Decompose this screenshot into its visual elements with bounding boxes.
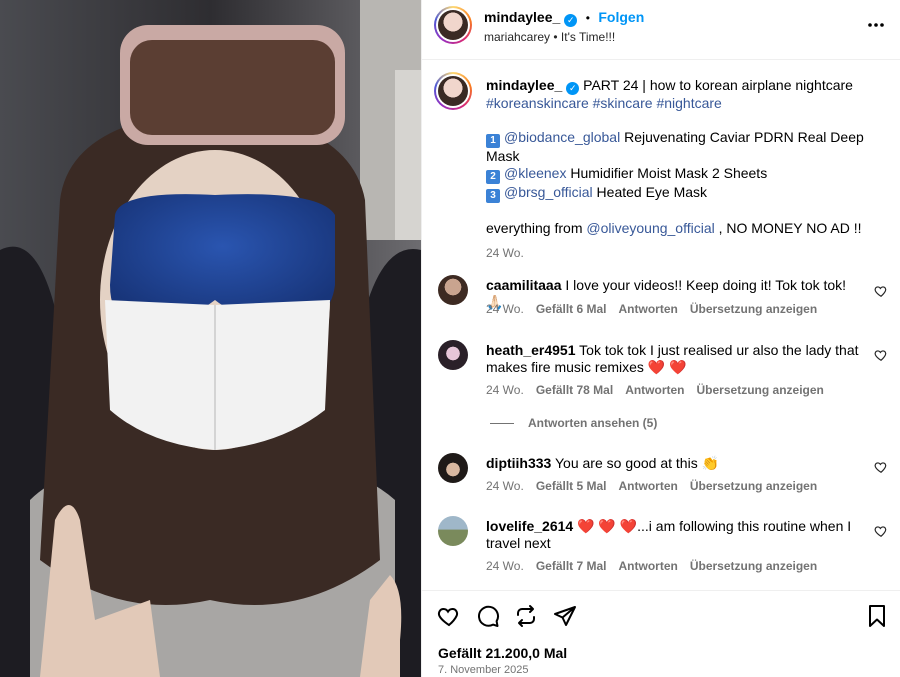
caption-item: 3 @brsg_official Heated Eye Mask [486, 184, 886, 203]
post-side-panel: mindaylee_ ✓ • Folgen mariahcarey • It's … [421, 0, 900, 677]
comment-likes[interactable]: Gefällt 7 Mal [536, 559, 607, 573]
caption-item: 2 @kleenex Humidifier Moist Mask 2 Sheets [486, 165, 886, 184]
view-replies-label: Antworten ansehen (5) [528, 416, 658, 430]
translate-button[interactable]: Übersetzung anzeigen [690, 559, 817, 573]
audio-info[interactable]: mariahcarey • It's Time!!! [484, 30, 615, 44]
comment-username[interactable]: heath_er4951 [486, 342, 576, 358]
reply-button[interactable]: Antworten [619, 479, 678, 493]
caption-timestamp: 24 Wo. [486, 246, 524, 260]
comment-time: 24 Wo. [486, 479, 524, 493]
comment-heart-icon[interactable] [874, 284, 888, 298]
post-media[interactable] [0, 0, 421, 677]
post-header: mindaylee_ ✓ • Folgen mariahcarey • It's … [422, 0, 900, 60]
comment-username[interactable]: diptiih333 [486, 455, 551, 471]
comment-heart-icon[interactable] [874, 348, 888, 362]
follow-separator: • [585, 11, 590, 25]
caption-item: 1 @biodance_global Rejuvenating Caviar PD… [486, 129, 866, 165]
post-actions: Gefällt 21.200,0 Mal 7. November 2025 [422, 590, 900, 677]
translate-button[interactable]: Übersetzung anzeigen [690, 479, 817, 493]
comment-username[interactable]: lovelife_2614 [486, 518, 573, 534]
commenter-avatar[interactable] [438, 453, 468, 483]
comment-time: 24 Wo. [486, 302, 524, 316]
hashtags: #koreanskincare #skincare #nightcare [486, 95, 886, 112]
comment-heart-icon[interactable] [874, 460, 888, 474]
caption-author-avatar[interactable] [434, 72, 472, 110]
caption-footer-suffix: , NO MONEY NO AD !! [714, 220, 862, 236]
hashtag[interactable]: #koreanskincare [486, 95, 589, 111]
hashtag[interactable]: #skincare [593, 95, 653, 111]
post-date: 7. November 2025 [438, 664, 529, 676]
commenter-avatar[interactable] [438, 275, 468, 305]
comment-meta: 24 Wo. Gefällt 78 Mal Antworten Übersetzung… [486, 383, 824, 397]
send-icon[interactable] [553, 604, 577, 628]
caption-item-text: Heated Eye Mask [592, 184, 708, 200]
mention-link[interactable]: @biodance_global [504, 129, 620, 145]
comment-likes[interactable]: Gefällt 78 Mal [536, 383, 613, 397]
caption-footer-prefix: everything from [486, 220, 587, 236]
comment-likes[interactable]: Gefällt 6 Mal [536, 302, 607, 316]
more-horizontal-icon[interactable] [867, 18, 885, 32]
comment-text: You are so good at this 👏 [555, 455, 720, 471]
post-caption: mindaylee_ ✓ PART 24 | how to korean airp… [486, 77, 886, 262]
comment-username[interactable]: caamilitaaa [486, 277, 562, 293]
audio-artist: mariahcarey [484, 30, 551, 44]
audio-title: It's Time!!! [560, 30, 616, 44]
reply-button[interactable]: Antworten [619, 302, 678, 316]
view-replies-button[interactable]: Antworten ansehen (5) [490, 416, 657, 430]
verified-badge-icon: ✓ [566, 82, 580, 95]
author-avatar[interactable] [434, 6, 472, 44]
comment-icon[interactable] [476, 604, 500, 628]
caption-footer: everything from @oliveyoung_official , N… [486, 220, 886, 237]
share-icon[interactable] [514, 604, 538, 628]
author-row: mindaylee_ ✓ • Folgen [484, 9, 644, 27]
comment-time: 24 Wo. [486, 559, 524, 573]
mention-link[interactable]: @brsg_official [504, 184, 593, 200]
mention-link[interactable]: @kleenex [504, 165, 566, 181]
audio-separator: • [553, 30, 558, 44]
comment-likes[interactable]: Gefällt 5 Mal [536, 479, 607, 493]
hashtag[interactable]: #nightcare [656, 95, 721, 111]
caption-item-text: Humidifier Moist Mask 2 Sheets [566, 165, 768, 181]
reply-button[interactable]: Antworten [625, 383, 684, 397]
reel-video-frame [0, 0, 421, 677]
comment-time: 24 Wo. [486, 383, 524, 397]
comment-meta: 24 Wo. Gefällt 5 Mal Antworten Übersetzung … [486, 479, 817, 493]
caption-username[interactable]: mindaylee_ [486, 77, 562, 93]
bookmark-icon[interactable] [865, 604, 889, 628]
number-1-icon: 1 [486, 134, 500, 148]
mention-link[interactable]: @oliveyoung_official [586, 220, 714, 236]
commenter-avatar[interactable] [438, 516, 468, 546]
author-username[interactable]: mindaylee_ [484, 9, 560, 25]
verified-badge-icon: ✓ [564, 14, 578, 27]
heart-icon[interactable] [437, 604, 461, 628]
comment-meta: 24 Wo. Gefällt 7 Mal Antworten Übersetzung … [486, 559, 817, 573]
translate-button[interactable]: Übersetzung anzeigen [697, 383, 824, 397]
number-2-icon: 2 [486, 170, 500, 184]
comment-heart-icon[interactable] [874, 524, 888, 538]
replies-line [490, 423, 514, 425]
follow-button[interactable]: Folgen [598, 9, 644, 25]
likes-count[interactable]: Gefällt 21.200,0 Mal [438, 645, 567, 661]
number-3-icon: 3 [486, 189, 500, 203]
translate-button[interactable]: Übersetzung anzeigen [690, 302, 817, 316]
comment-meta: 24 Wo. Gefällt 6 Mal Antworten Übersetzung … [486, 302, 817, 316]
reply-button[interactable]: Antworten [619, 559, 678, 573]
commenter-avatar[interactable] [438, 340, 468, 370]
caption-title: PART 24 | how to korean airplane nightca… [583, 77, 853, 93]
